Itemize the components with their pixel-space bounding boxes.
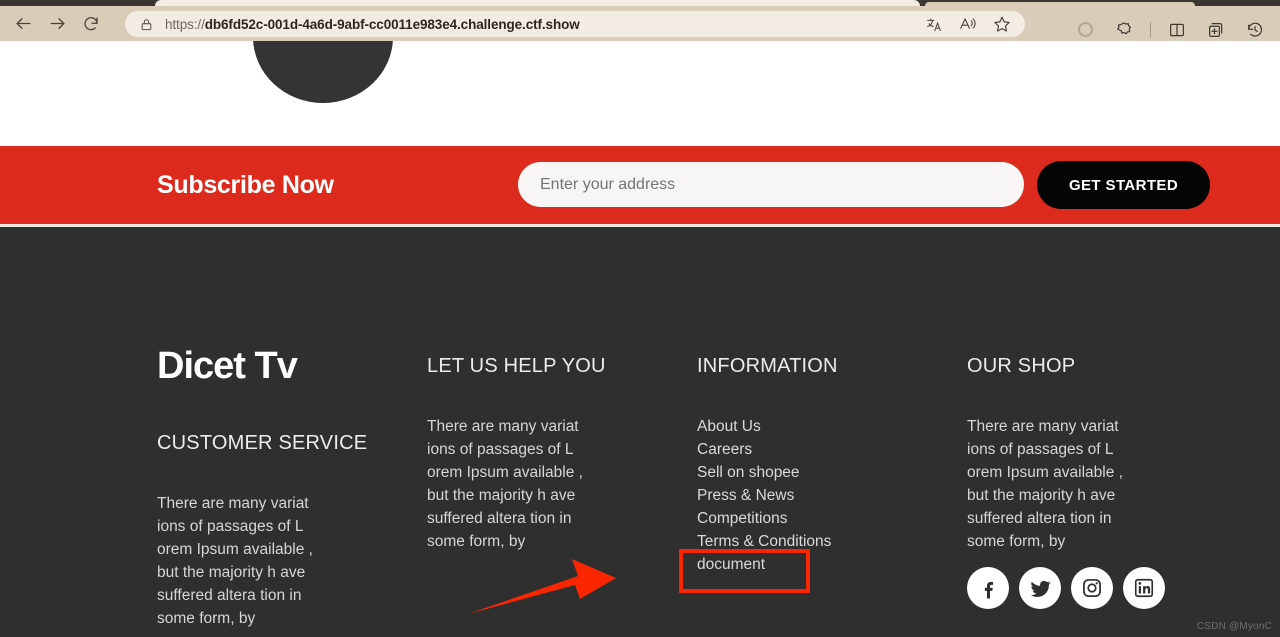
address-bar-actions [926, 11, 1025, 37]
footer-text-our-shop: There are many variat ions of passages o… [967, 415, 1217, 553]
url-scheme: https:// [165, 17, 205, 32]
site-footer: Dicet Tv CUSTOMER SERVICE There are many… [0, 227, 1280, 637]
forward-button[interactable] [40, 9, 74, 39]
footer-brand: Dicet Tv [157, 345, 297, 388]
address-bar[interactable]: https://db6fd52c-001d-4a6d-9abf-cc0011e9… [125, 11, 1025, 37]
read-aloud-icon[interactable] [959, 16, 977, 32]
lock-icon [137, 15, 155, 33]
footer-link-press-and-news[interactable]: Press & News [697, 484, 831, 507]
footer-link-careers[interactable]: Careers [697, 438, 831, 461]
footer-heading-our-shop: OUR SHOP [967, 355, 1075, 378]
footer-text-let-us-help-you: There are many variat ions of passages o… [427, 415, 677, 553]
footer-text-customer-service: There are many variat ions of passages o… [157, 492, 407, 630]
back-button[interactable] [6, 9, 40, 39]
subscribe-email-input[interactable] [518, 162, 1024, 207]
social-links [967, 567, 1165, 609]
browser-toolbar: https://db6fd52c-001d-4a6d-9abf-cc0011e9… [0, 6, 1280, 41]
copilot-icon[interactable] [1068, 15, 1102, 45]
instagram-icon[interactable] [1071, 567, 1113, 609]
linkedin-icon[interactable] [1123, 567, 1165, 609]
hero-circle-decoration [253, 41, 393, 103]
footer-link-document[interactable]: document [697, 553, 831, 576]
twitter-icon[interactable] [1019, 567, 1061, 609]
url-text: https://db6fd52c-001d-4a6d-9abf-cc0011e9… [165, 17, 580, 32]
footer-link-terms-and-conditions[interactable]: Terms & Conditions [697, 530, 831, 553]
footer-heading-information: INFORMATION [697, 355, 838, 378]
split-screen-icon[interactable] [1160, 15, 1194, 45]
facebook-icon[interactable] [967, 567, 1009, 609]
browser-window: https://db6fd52c-001d-4a6d-9abf-cc0011e9… [0, 0, 1280, 637]
get-started-button[interactable]: GET STARTED [1037, 161, 1210, 209]
footer-heading-customer-service: CUSTOMER SERVICE [157, 432, 367, 455]
history-icon[interactable] [1238, 15, 1272, 45]
footer-link-sell-on-shopee[interactable]: Sell on shopee [697, 461, 831, 484]
watermark-text: CSDN @MyonC [1197, 621, 1272, 632]
subscribe-title: Subscribe Now [157, 171, 334, 200]
translate-icon[interactable] [926, 17, 943, 32]
footer-link-list: About Us Careers Sell on shopee Press & … [697, 415, 831, 576]
footer-link-competitions[interactable]: Competitions [697, 507, 831, 530]
collections-icon[interactable] [1199, 15, 1233, 45]
extensions-icon[interactable] [1107, 15, 1141, 45]
url-host: db6fd52c-001d-4a6d-9abf-cc0011e983e4.cha… [205, 17, 580, 32]
footer-link-about-us[interactable]: About Us [697, 415, 831, 438]
favorite-star-icon[interactable] [993, 15, 1011, 33]
page-viewport: Subscribe Now GET STARTED Dicet Tv CUSTO… [0, 41, 1280, 637]
reload-button[interactable] [74, 9, 108, 39]
footer-heading-let-us-help-you: LET US HELP YOU [427, 355, 606, 378]
subscribe-band: Subscribe Now GET STARTED [0, 146, 1280, 224]
toolbar-divider [1150, 22, 1151, 38]
